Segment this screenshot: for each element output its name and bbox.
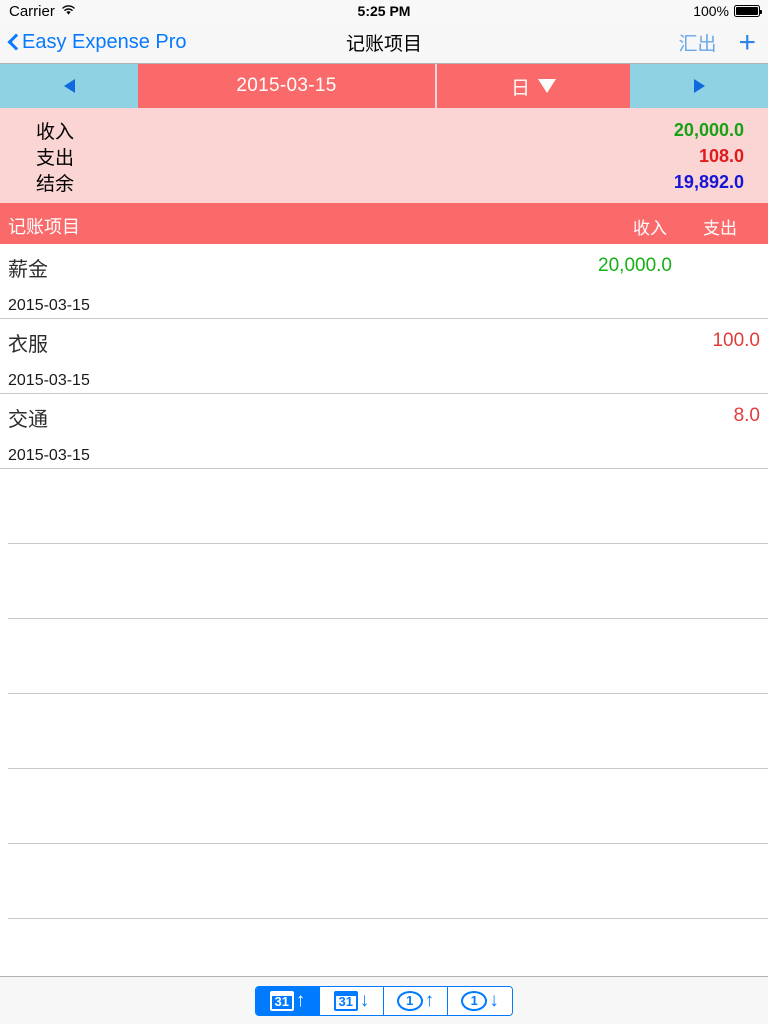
next-month-button[interactable]: 31 ↓	[320, 986, 384, 1015]
status-bar-time: 5:25 PM	[357, 3, 411, 19]
table-row[interactable]: 交通 2015-03-15 8.0	[0, 394, 768, 469]
prev-month-button[interactable]: 31 ↑	[256, 986, 320, 1015]
single-unit-icon: 1	[461, 990, 488, 1011]
empty-row	[8, 469, 768, 544]
calendar-icon: 31	[333, 990, 358, 1011]
arrow-down-icon: ↓	[359, 990, 370, 1011]
empty-row	[8, 844, 768, 919]
transaction-expense: 8.0	[733, 405, 760, 426]
table-row[interactable]: 衣服 2015-03-15 100.0	[0, 319, 768, 394]
arrow-up-icon: ↑	[424, 990, 435, 1011]
single-unit-icon: 1	[396, 990, 423, 1011]
transaction-date: 2015-03-15	[8, 372, 90, 389]
triangle-right-icon	[693, 79, 705, 93]
previous-period-button[interactable]	[0, 64, 138, 108]
column-header-item: 记账项目	[8, 217, 80, 237]
transaction-list[interactable]: 薪金 2015-03-15 20,000.0 衣服 2015-03-15 100.0 交通 2…	[0, 244, 768, 976]
calendar-icon: 31	[269, 990, 294, 1011]
period-unit-dropdown[interactable]: 日	[435, 64, 630, 108]
transaction-date: 2015-03-15	[8, 297, 90, 314]
transaction-expense: 100.0	[712, 330, 760, 351]
status-bar-right: 100%	[693, 3, 762, 19]
battery-full-icon	[734, 5, 762, 17]
navigation-bar: Easy Expense Pro 记账项目 汇出 +	[0, 22, 768, 64]
summary-label-income: 收入	[36, 121, 75, 143]
summary-row-income: 收入 20,000.0	[36, 117, 744, 143]
summary-label-expense: 支出	[36, 147, 75, 169]
period-unit-label: 日	[510, 77, 530, 99]
arrow-down-icon: ↓	[489, 990, 499, 1011]
summary-value-balance: 19,892.0	[673, 171, 744, 192]
export-button[interactable]: 汇出	[678, 29, 716, 56]
next-day-button[interactable]: 1 ↓	[448, 986, 512, 1015]
summary-label-balance: 结余	[36, 173, 75, 195]
arrow-up-icon: ↑	[295, 990, 306, 1011]
summary-value-income: 20,000.0	[673, 119, 744, 140]
navigation-bar-actions: 汇出 +	[678, 27, 756, 58]
empty-row	[8, 769, 768, 844]
column-header-income: 收入	[633, 219, 667, 238]
summary-value-expense: 108.0	[698, 145, 744, 166]
empty-row	[8, 694, 768, 769]
summary-panel: 收入 20,000.0 支出 108.0 结余 19,892.0	[0, 108, 768, 203]
page-title: 记账项目	[345, 34, 422, 55]
add-entry-button[interactable]: +	[738, 27, 756, 58]
date-navigation-bar: 2015-03-15 日	[0, 64, 768, 108]
current-date-label: 2015-03-15	[236, 75, 337, 96]
summary-row-balance: 结余 19,892.0	[36, 169, 744, 195]
table-header: 记账项目 收入 支出	[0, 203, 768, 244]
prev-day-button[interactable]: 1 ↑	[384, 986, 448, 1015]
next-period-button[interactable]	[630, 64, 768, 108]
current-date-button[interactable]: 2015-03-15	[138, 64, 435, 108]
transaction-name: 衣服	[8, 334, 48, 356]
summary-row-expense: 支出 108.0	[36, 143, 744, 169]
period-step-segmented-control[interactable]: 31 ↑ 31 ↓ 1 ↑ 1 ↓	[255, 985, 513, 1016]
status-bar: Carrier 5:25 PM 100%	[0, 0, 768, 22]
triangle-left-icon	[63, 79, 75, 93]
transaction-income: 20,000.0	[598, 255, 672, 276]
app-screen: Carrier 5:25 PM 100% Easy Expense Pro 记账…	[0, 0, 768, 1024]
triangle-down-icon	[538, 79, 556, 93]
empty-row	[8, 544, 768, 619]
transaction-name: 薪金	[8, 259, 48, 281]
battery-percent-label: 100%	[693, 3, 729, 19]
transaction-name: 交通	[8, 409, 48, 431]
bottom-toolbar: 31 ↑ 31 ↓ 1 ↑ 1 ↓	[0, 976, 768, 1024]
column-header-expense: 支出	[703, 219, 737, 238]
table-row[interactable]: 薪金 2015-03-15 20,000.0	[0, 244, 768, 319]
empty-row	[8, 619, 768, 694]
transaction-date: 2015-03-15	[8, 447, 90, 464]
